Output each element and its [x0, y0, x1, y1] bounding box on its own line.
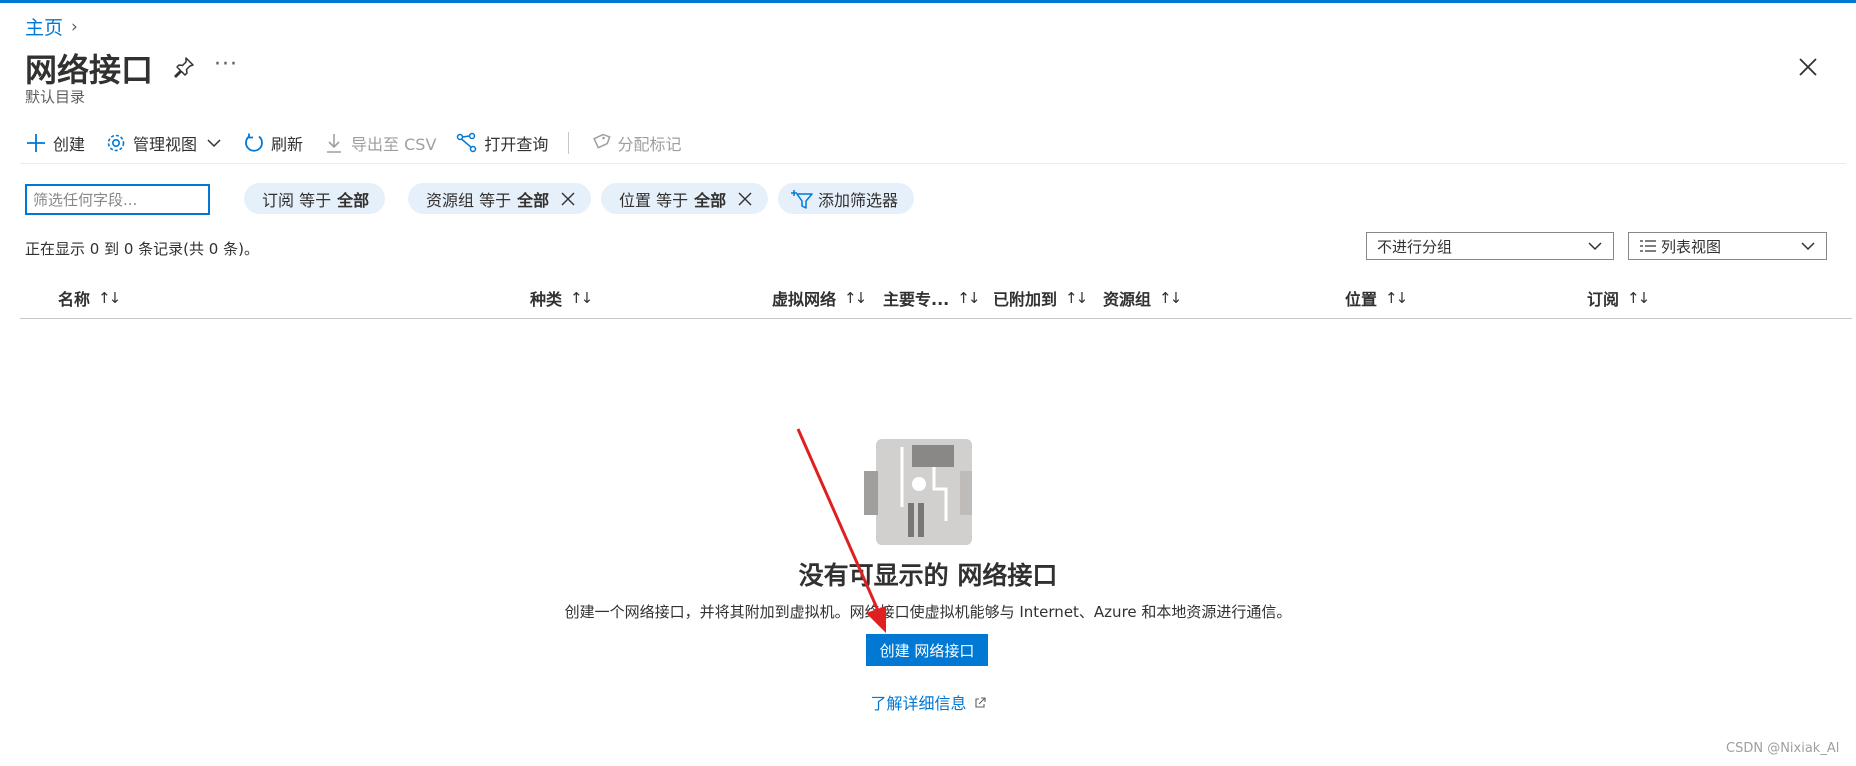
- toolbar-divider: [568, 132, 570, 154]
- breadcrumb-home-link[interactable]: 主页: [25, 13, 63, 40]
- column-header-resource-group[interactable]: 资源组 ↑↓: [1103, 286, 1182, 310]
- record-count-status: 正在显示 0 到 0 条记录(共 0 条)。: [25, 240, 259, 258]
- empty-state-description: 创建一个网络接口，并将其附加到虚拟机。网络接口使虚拟机能够与 Internet、…: [564, 603, 1292, 621]
- toolbar-divider-line: [20, 163, 1846, 164]
- grid-header-row: 名称 ↑↓ 种类 ↑↓ 虚拟网络 ↑↓ 主要专... ↑↓ 已附加到 ↑↓ 资源…: [20, 282, 1852, 319]
- assign-tags-button[interactable]: 分配标记: [589, 131, 681, 155]
- watermark-text: CSDN @Nixiak_Al: [1726, 741, 1840, 756]
- pin-icon[interactable]: [172, 55, 196, 79]
- chevron-down-icon: [1801, 242, 1815, 251]
- empty-state-title: 没有可显示的 网络接口: [798, 561, 1058, 590]
- column-header-label: 资源组: [1103, 290, 1152, 309]
- remove-filter-icon[interactable]: [738, 192, 752, 206]
- location-filter-pill[interactable]: 位置 等于 全部: [601, 183, 769, 214]
- grouping-selected: 不进行分组: [1377, 237, 1453, 256]
- create-button[interactable]: 创建: [25, 131, 85, 155]
- external-link-icon: [974, 697, 986, 708]
- column-header-kind[interactable]: 种类 ↑↓: [530, 286, 593, 310]
- filter-search-input[interactable]: [25, 184, 210, 215]
- add-filter-button[interactable]: 添加筛选器: [778, 183, 915, 214]
- breadcrumb: 主页 ›: [25, 13, 78, 40]
- column-header-label: 主要专...: [883, 290, 950, 309]
- assign-tags-label: 分配标记: [617, 135, 682, 154]
- column-header-label: 虚拟网络: [772, 290, 837, 309]
- chevron-down-icon: [207, 139, 221, 148]
- top-accent-bar: [0, 0, 1856, 3]
- remove-filter-icon[interactable]: [561, 192, 575, 206]
- column-header-label: 已附加到: [993, 290, 1058, 309]
- query-graph-icon: [457, 132, 477, 153]
- resource-group-filter-value: 全部: [517, 190, 550, 210]
- sort-icon: ↑↓: [1627, 289, 1650, 307]
- sort-icon: ↑↓: [570, 289, 593, 307]
- annotation-arrow: [796, 428, 886, 633]
- chevron-down-icon: [1588, 242, 1602, 251]
- column-header-label: 位置: [1345, 290, 1378, 309]
- add-filter-label: 添加筛选器: [818, 190, 899, 210]
- chevron-right-icon: ›: [71, 16, 78, 37]
- sort-icon: ↑↓: [1385, 289, 1408, 307]
- open-query-label: 打开查询: [484, 135, 549, 154]
- manage-view-label: 管理视图: [133, 135, 198, 154]
- plus-icon: [27, 134, 45, 152]
- sort-icon: ↑↓: [957, 289, 980, 307]
- sort-icon: ↑↓: [844, 289, 867, 307]
- list-view-icon: [1640, 240, 1656, 252]
- column-header-location[interactable]: 位置 ↑↓: [1345, 286, 1408, 310]
- page-title: 网络接口: [25, 51, 154, 89]
- sort-icon: ↑↓: [1065, 289, 1088, 307]
- column-header-label: 种类: [530, 290, 563, 309]
- export-csv-label: 导出至 CSV: [351, 135, 437, 154]
- refresh-icon: [245, 133, 263, 152]
- sort-icon: ↑↓: [98, 289, 121, 307]
- learn-more-container: 了解详细信息: [0, 690, 1856, 714]
- add-filter-icon: [791, 189, 813, 209]
- refresh-button[interactable]: 刷新: [243, 131, 303, 155]
- column-header-primary[interactable]: 主要专... ↑↓: [883, 286, 980, 310]
- download-icon: [327, 134, 342, 153]
- sort-icon: ↑↓: [1159, 289, 1182, 307]
- column-header-virtual-network[interactable]: 虚拟网络 ↑↓: [772, 286, 867, 310]
- close-icon[interactable]: [1796, 55, 1820, 79]
- refresh-label: 刷新: [271, 135, 304, 154]
- more-options-icon[interactable]: ···: [214, 52, 238, 77]
- create-button-label: 创建: [53, 135, 86, 154]
- export-csv-button[interactable]: 导出至 CSV: [323, 131, 436, 155]
- column-header-attached-to[interactable]: 已附加到 ↑↓: [993, 286, 1088, 310]
- resource-group-filter-pill[interactable]: 资源组 等于 全部: [408, 183, 592, 214]
- subscription-filter-label: 订阅 等于: [262, 190, 332, 210]
- column-header-subscription[interactable]: 订阅 ↑↓: [1587, 286, 1650, 310]
- view-mode-content: 列表视图: [1639, 236, 1721, 257]
- column-header-name[interactable]: 名称 ↑↓: [58, 286, 121, 310]
- learn-more-link[interactable]: 了解详细信息: [870, 694, 986, 713]
- tag-icon: [593, 133, 612, 149]
- open-query-button[interactable]: 打开查询: [456, 131, 548, 155]
- subscription-filter-pill[interactable]: 订阅 等于 全部: [244, 183, 386, 214]
- column-header-label: 名称: [58, 290, 91, 309]
- view-mode-selected: 列表视图: [1661, 237, 1722, 256]
- page-subtitle: 默认目录: [25, 88, 86, 106]
- manage-view-button[interactable]: 管理视图: [105, 131, 223, 155]
- resource-group-filter-label: 资源组 等于: [426, 190, 512, 210]
- column-header-label: 订阅: [1587, 290, 1620, 309]
- command-bar: 创建 管理视图 刷新 导出至 CSV 打开查询 分配标记: [25, 128, 701, 158]
- gear-icon: [107, 134, 125, 152]
- grouping-dropdown[interactable]: 不进行分组: [1366, 232, 1614, 260]
- subscription-filter-value: 全部: [337, 190, 370, 210]
- view-mode-dropdown[interactable]: 列表视图: [1628, 232, 1827, 260]
- location-filter-value: 全部: [694, 190, 727, 210]
- learn-more-label: 了解详细信息: [870, 694, 967, 713]
- location-filter-label: 位置 等于: [619, 190, 689, 210]
